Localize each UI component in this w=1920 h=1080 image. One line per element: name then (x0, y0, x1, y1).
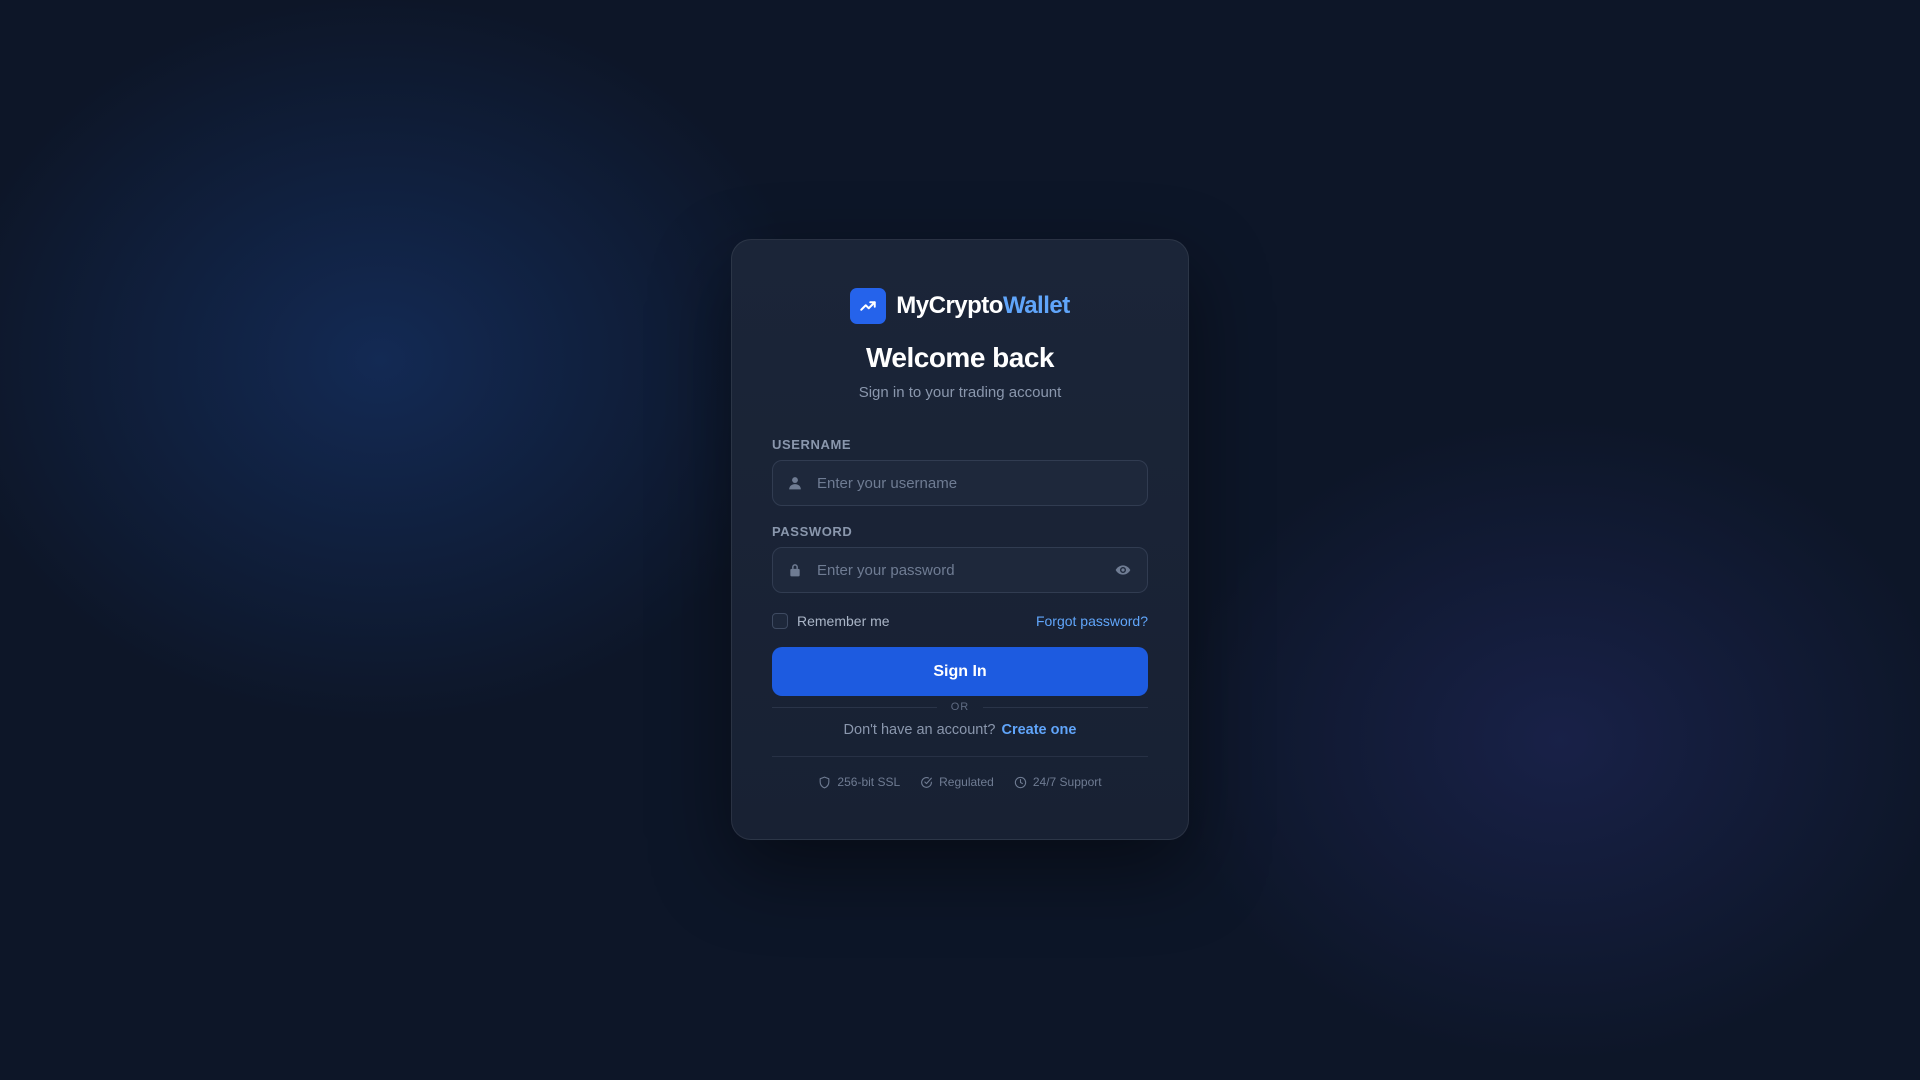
user-icon (787, 475, 803, 491)
trust-badge-support: 24/7 Support (1014, 775, 1102, 789)
trending-up-icon (850, 288, 887, 324)
page-title: Welcome back (865, 342, 1055, 373)
password-input[interactable] (773, 548, 1147, 592)
password-field-wrapper (772, 547, 1148, 593)
trust-badges: 256-bit SSL Regulated 24/7 Support (772, 775, 1148, 789)
divider-line-right (983, 706, 1148, 708)
lock-icon (787, 562, 803, 578)
footer-divider (772, 756, 1148, 757)
signup-row: Don't have an account? Create one (772, 722, 1148, 738)
remember-me[interactable]: Remember me (772, 613, 890, 629)
trust-badge-ssl: 256-bit SSL (818, 775, 900, 789)
sign-in-button[interactable]: Sign In (772, 647, 1148, 696)
username-label: USERNAME (772, 437, 852, 452)
check-circle-icon (920, 776, 933, 789)
username-input[interactable] (773, 461, 1147, 505)
signup-prompt: Don't have an account? (843, 722, 996, 738)
trust-badge-regulated: Regulated (920, 775, 994, 789)
username-field-wrapper (772, 460, 1148, 506)
divider-text: OR (950, 701, 970, 713)
remember-me-label: Remember me (797, 613, 890, 629)
shield-icon (818, 776, 831, 789)
page-subtitle: Sign in to your trading account (858, 384, 1062, 401)
trust-badge-label: 256-bit SSL (837, 775, 901, 789)
login-card: MyCryptoWallet Welcome back Sign in to y… (731, 239, 1189, 840)
forgot-password-link[interactable]: Forgot password? (1036, 613, 1148, 629)
or-divider: OR (772, 700, 1148, 714)
trust-badge-label: 24/7 Support (1032, 775, 1102, 789)
create-account-link[interactable]: Create one (1001, 722, 1076, 738)
trust-badge-label: Regulated (939, 775, 994, 789)
password-label: PASSWORD (772, 524, 853, 539)
brand: MyCryptoWallet (772, 288, 1148, 324)
brand-name-part2: Wallet (1002, 292, 1070, 319)
divider-line-left (772, 706, 937, 708)
eye-icon[interactable] (1113, 560, 1133, 580)
options-row: Remember me Forgot password? (772, 611, 1148, 631)
brand-name: MyCryptoWallet (896, 292, 1070, 320)
brand-name-part1: MyCrypto (896, 292, 1003, 319)
remember-me-checkbox[interactable] (772, 613, 788, 629)
clock-icon (1014, 776, 1027, 789)
